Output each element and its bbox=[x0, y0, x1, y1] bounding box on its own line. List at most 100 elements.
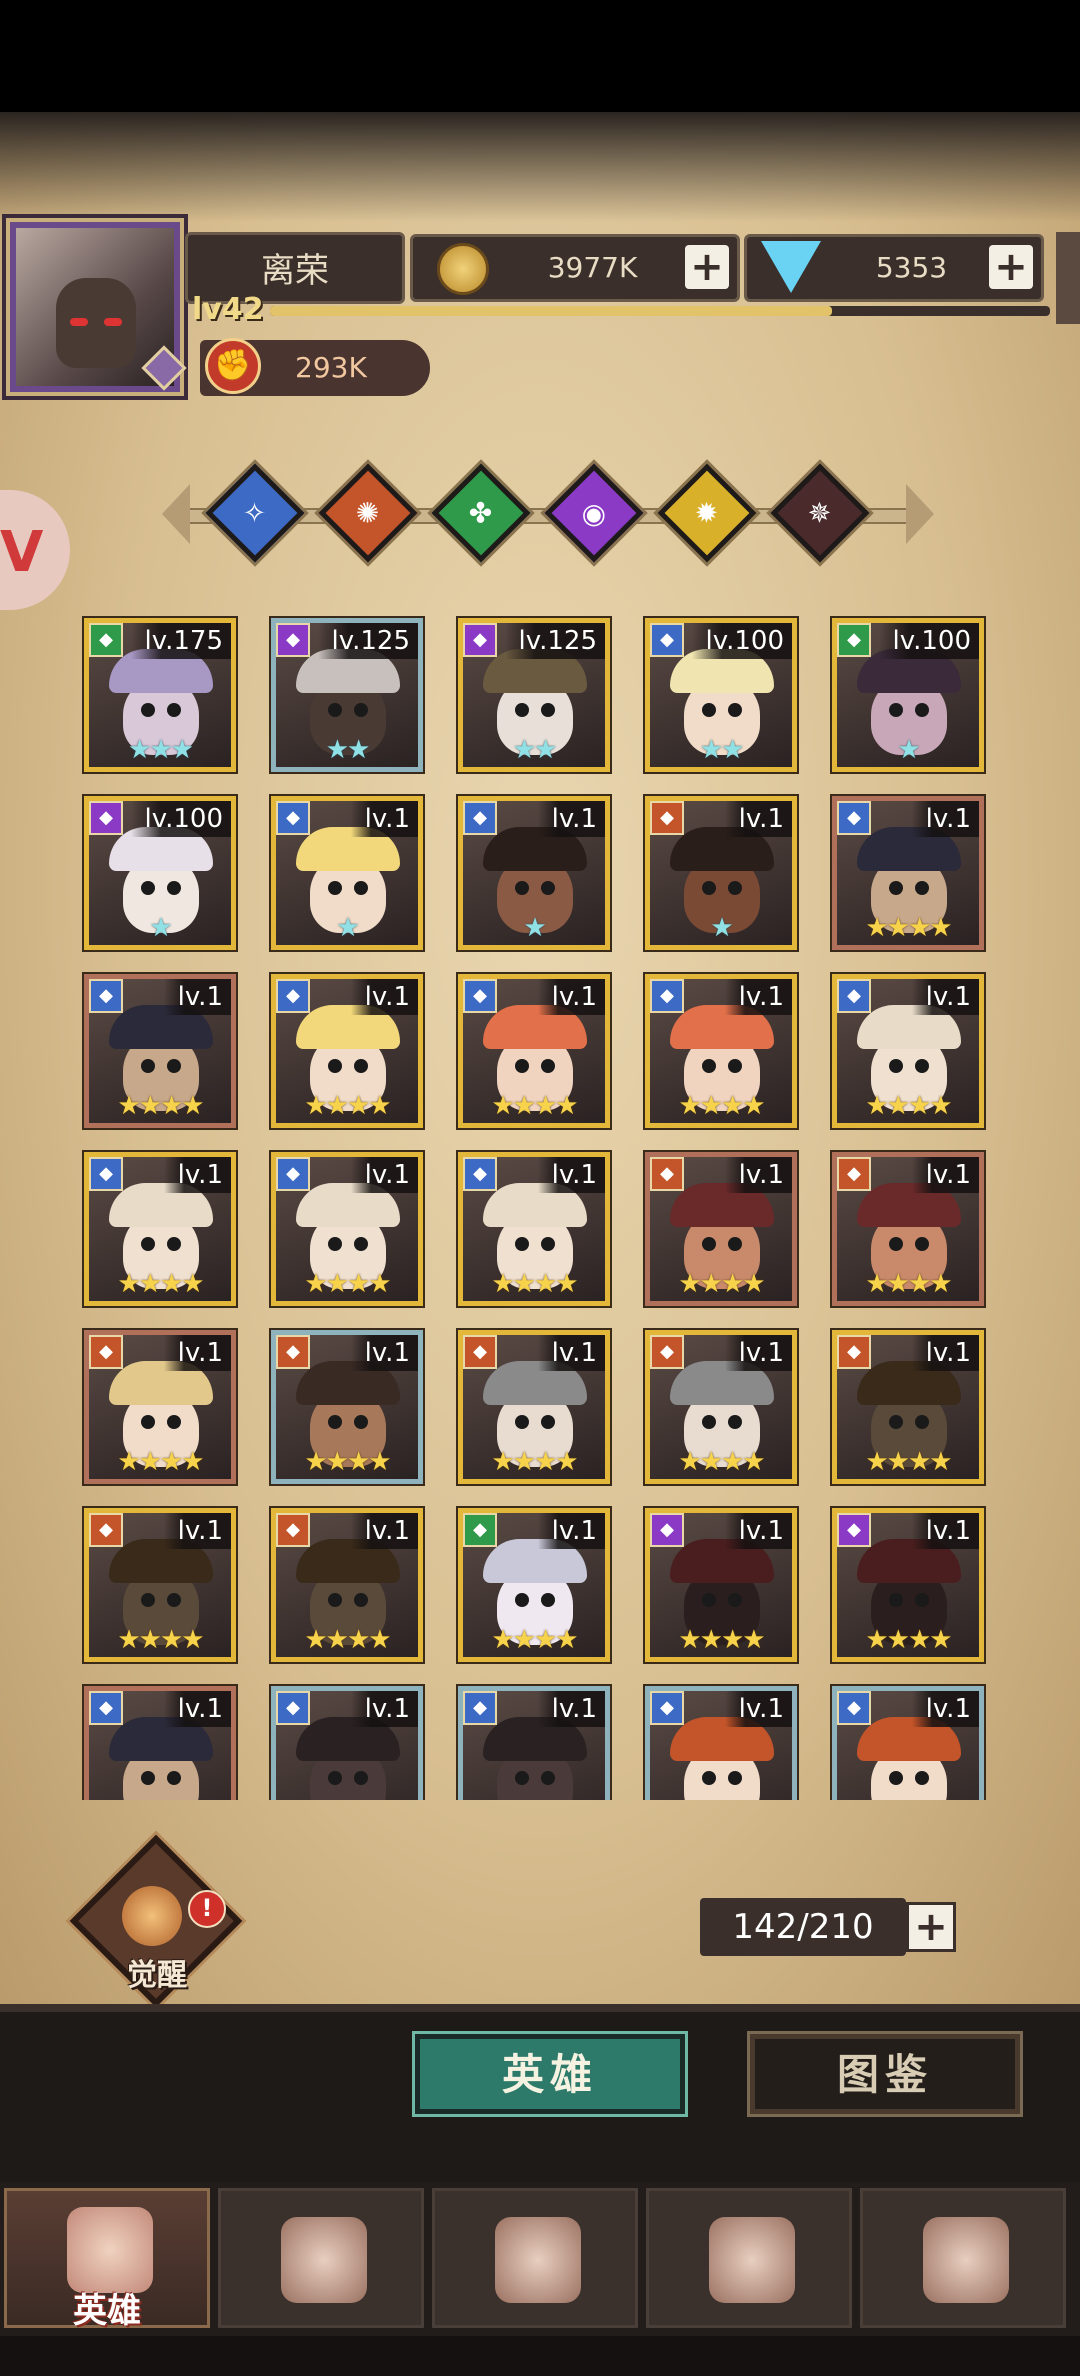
hero-card[interactable]: ◆ lv.1 ★★★★ bbox=[458, 1330, 610, 1484]
hero-eye-right bbox=[728, 1415, 742, 1429]
hero-eye-right bbox=[915, 703, 929, 717]
tab-heroes[interactable]: 英雄 bbox=[415, 2034, 685, 2114]
hero-eye-left bbox=[328, 703, 342, 717]
hero-card[interactable]: ◆ lv.1 ★ bbox=[645, 796, 797, 950]
hero-card[interactable]: ◆ lv.1 ★★★★ bbox=[832, 1508, 984, 1662]
hero-card[interactable]: ◆ lv.1 ★★★★ bbox=[271, 1152, 423, 1306]
hero-class-icon: ◆ bbox=[837, 1691, 871, 1725]
hero-card[interactable]: ◆ lv.1 ★★★★ bbox=[645, 1330, 797, 1484]
tab-codex[interactable]: 图鉴 bbox=[750, 2034, 1020, 2114]
hero-star-rating: ★★★★ bbox=[865, 1091, 952, 1121]
hero-card[interactable]: ◆ lv.1 ★ bbox=[458, 796, 610, 950]
guild-banner-icon bbox=[281, 2217, 367, 2303]
hero-card[interactable]: ◆ lv.1 ★★★★ bbox=[458, 974, 610, 1128]
nav-item-guild-banner[interactable] bbox=[218, 2188, 424, 2328]
awaken-label[interactable]: 觉醒 bbox=[112, 1950, 202, 1994]
hero-star-rating: ★★★★ bbox=[865, 913, 952, 943]
hero-level: lv.1 bbox=[537, 1157, 605, 1193]
hero-card[interactable]: ◆ lv.1 ★★★★ bbox=[84, 1330, 236, 1484]
faction-dark-icon[interactable]: ✵ bbox=[770, 463, 870, 563]
hero-card[interactable]: ◆ lv.1 bbox=[271, 1686, 423, 1800]
hero-card[interactable]: ◆ lv.100 ★★ bbox=[645, 618, 797, 772]
hero-star-rating: ★ bbox=[336, 913, 359, 943]
hero-card[interactable]: ◆ lv.1 ★★★★ bbox=[271, 1330, 423, 1484]
hero-eye-right bbox=[167, 1059, 181, 1073]
hero-card[interactable]: ◆ lv.1 ★★★★ bbox=[832, 1330, 984, 1484]
hero-eye-left bbox=[515, 1059, 529, 1073]
hero-eye-left bbox=[515, 1415, 529, 1429]
hero-card[interactable]: ◆ lv.1 bbox=[84, 1686, 236, 1800]
faction-fire-icon[interactable]: ✺ bbox=[318, 463, 418, 563]
hero-card[interactable]: ◆ lv.1 ★★★★ bbox=[271, 1508, 423, 1662]
hero-eye-left bbox=[702, 1593, 716, 1607]
hero-card[interactable]: ◆ lv.125 ★★ bbox=[271, 618, 423, 772]
nav-item-battle-swords[interactable] bbox=[432, 2188, 638, 2328]
hero-level: lv.1 bbox=[537, 1513, 605, 1549]
filter-next-arrow-icon[interactable] bbox=[906, 484, 934, 544]
hero-card[interactable]: ◆ lv.100 ★ bbox=[84, 796, 236, 950]
hero-card[interactable]: ◆ lv.125 ★★ bbox=[458, 618, 610, 772]
hero-eye-right bbox=[167, 881, 181, 895]
hero-eye-left bbox=[141, 881, 155, 895]
hero-class-icon: ◆ bbox=[463, 979, 497, 1013]
hero-level: lv.1 bbox=[724, 1335, 792, 1371]
hero-card[interactable]: ◆ lv.1 bbox=[458, 1686, 610, 1800]
nav-item-castle-tower[interactable] bbox=[646, 2188, 852, 2328]
hero-eye-right bbox=[354, 703, 368, 717]
nav-item-hero-helmet[interactable]: 英雄 bbox=[4, 2188, 210, 2331]
awaken-flame-icon[interactable] bbox=[122, 1886, 182, 1946]
hero-class-icon: ◆ bbox=[650, 1335, 684, 1369]
hero-eye-left bbox=[328, 881, 342, 895]
hero-class-icon: ◆ bbox=[837, 801, 871, 835]
hero-eye-right bbox=[728, 881, 742, 895]
hero-card[interactable]: ◆ lv.1 ★★★★ bbox=[832, 796, 984, 950]
add-gold-button[interactable]: + bbox=[685, 245, 729, 289]
hero-eye-left bbox=[515, 881, 529, 895]
filter-prev-arrow-icon[interactable] bbox=[162, 484, 190, 544]
hero-card[interactable]: ◆ lv.1 ★★★★ bbox=[645, 1152, 797, 1306]
faction-dark-icon-glyph: ✵ bbox=[808, 496, 832, 530]
hero-card[interactable]: ◆ lv.1 ★★★★ bbox=[271, 974, 423, 1128]
expand-roster-button[interactable]: + bbox=[906, 1902, 956, 1952]
nav-item-alliance-handshake[interactable] bbox=[860, 2188, 1066, 2328]
hero-card[interactable]: ◆ lv.1 ★★★★ bbox=[84, 1508, 236, 1662]
hero-star-rating: ★ bbox=[523, 913, 546, 943]
hero-level: lv.125 bbox=[504, 623, 605, 659]
hero-class-icon: ◆ bbox=[276, 979, 310, 1013]
hero-star-rating: ★★★★ bbox=[865, 1625, 952, 1655]
hero-level: lv.100 bbox=[130, 801, 231, 837]
hero-grid: ◆ lv.175 ★★★ ◆ lv.125 ★★ ◆ lv.125 ★★ ◆ lv.100 ★★ ◆ lv… bbox=[80, 614, 1000, 1800]
faction-sun-icon[interactable]: ✹ bbox=[657, 463, 757, 563]
hero-card[interactable]: ◆ lv.1 ★★★★ bbox=[832, 1152, 984, 1306]
faction-light-icon[interactable]: ✧ bbox=[205, 463, 305, 563]
hero-card[interactable]: ◆ lv.1 ★★★★ bbox=[645, 974, 797, 1128]
hero-level: lv.1 bbox=[911, 979, 979, 1015]
add-gems-button[interactable]: + bbox=[989, 245, 1033, 289]
hero-eye-right bbox=[541, 1237, 555, 1251]
hero-card[interactable]: ◆ lv.1 bbox=[832, 1686, 984, 1800]
hero-eye-left bbox=[328, 1415, 342, 1429]
hero-star-rating: ★★★ bbox=[128, 735, 194, 765]
hero-card[interactable]: ◆ lv.100 ★ bbox=[832, 618, 984, 772]
hero-class-icon: ◆ bbox=[89, 1513, 123, 1547]
hero-eye-left bbox=[702, 1415, 716, 1429]
faction-nature-icon[interactable]: ✤ bbox=[431, 463, 531, 563]
hero-card[interactable]: ◆ lv.1 ★★★★ bbox=[84, 1152, 236, 1306]
hero-card[interactable]: ◆ lv.1 ★★★★ bbox=[645, 1508, 797, 1662]
hero-card[interactable]: ◆ lv.1 bbox=[645, 1686, 797, 1800]
hero-card[interactable]: ◆ lv.175 ★★★ bbox=[84, 618, 236, 772]
hero-card[interactable]: ◆ lv.1 ★ bbox=[271, 796, 423, 950]
hero-eye-right bbox=[541, 1771, 555, 1785]
hero-class-icon: ◆ bbox=[650, 801, 684, 835]
hero-card[interactable]: ◆ lv.1 ★★★★ bbox=[832, 974, 984, 1128]
hero-level: lv.1 bbox=[350, 1335, 418, 1371]
faction-arcane-icon[interactable]: ◉ bbox=[544, 463, 644, 563]
hero-card[interactable]: ◆ lv.1 ★★★★ bbox=[458, 1508, 610, 1662]
hero-eye-left bbox=[702, 881, 716, 895]
hero-eye-left bbox=[702, 1059, 716, 1073]
hero-star-rating: ★★★★ bbox=[304, 1625, 391, 1655]
hero-card[interactable]: ◆ lv.1 ★★★★ bbox=[458, 1152, 610, 1306]
hero-star-rating: ★★ bbox=[699, 735, 745, 765]
hero-level: lv.1 bbox=[911, 801, 979, 837]
hero-card[interactable]: ◆ lv.1 ★★★★ bbox=[84, 974, 236, 1128]
